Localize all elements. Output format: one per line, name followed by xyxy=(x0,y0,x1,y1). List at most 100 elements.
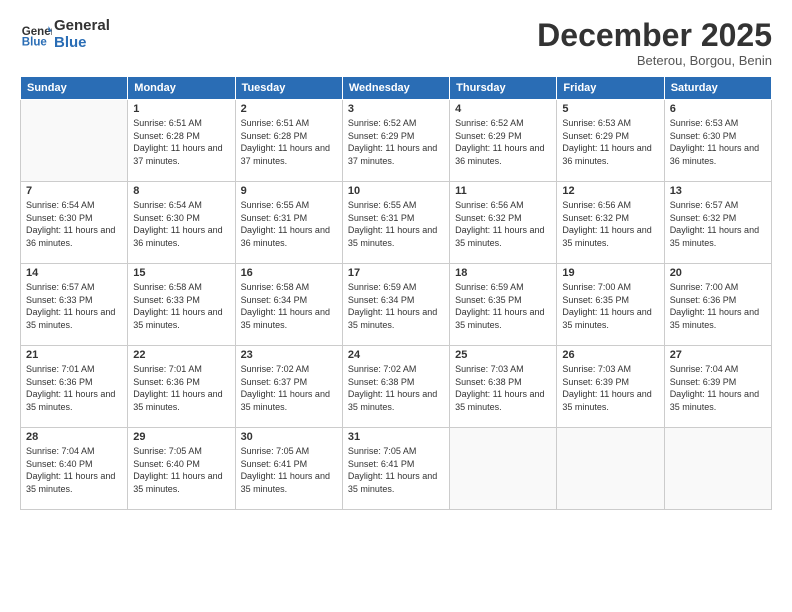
col-tuesday: Tuesday xyxy=(235,77,342,100)
day-info: Sunrise: 6:55 AMSunset: 6:31 PMDaylight:… xyxy=(241,199,337,249)
table-row: 19 Sunrise: 7:00 AMSunset: 6:35 PMDayligh… xyxy=(557,264,664,346)
day-info: Sunrise: 7:00 AMSunset: 6:35 PMDaylight:… xyxy=(562,281,658,331)
day-number: 21 xyxy=(26,349,122,361)
table-row: 15Sunrise: 6:58 AMSunset: 6:33 PMDayligh… xyxy=(128,264,235,346)
day-info: Sunrise: 7:02 AMSunset: 6:37 PMDaylight:… xyxy=(241,363,337,413)
day-number: 10 xyxy=(348,185,444,197)
day-info: Sunrise: 6:55 AMSunset: 6:31 PMDaylight:… xyxy=(348,199,444,249)
calendar-week-row: 21 Sunrise: 7:01 AMSunset: 6:36 PMDayligh… xyxy=(21,346,772,428)
col-wednesday: Wednesday xyxy=(342,77,449,100)
day-number: 25 xyxy=(455,349,551,361)
day-number: 18 xyxy=(455,267,551,279)
table-row: 13Sunrise: 6:57 AMSunset: 6:32 PMDayligh… xyxy=(664,182,771,264)
table-row: 30 Sunrise: 7:05 AMSunset: 6:41 PMDayligh… xyxy=(235,428,342,510)
day-info: Sunrise: 6:51 AMSunset: 6:28 PMDaylight:… xyxy=(241,117,337,167)
day-number: 2 xyxy=(241,103,337,115)
day-info: Sunrise: 7:01 AMSunset: 6:36 PMDaylight:… xyxy=(26,363,122,413)
day-info: Sunrise: 7:03 AMSunset: 6:39 PMDaylight:… xyxy=(562,363,658,413)
table-row: 12Sunrise: 6:56 AMSunset: 6:32 PMDayligh… xyxy=(557,182,664,264)
table-row: 26 Sunrise: 7:03 AMSunset: 6:39 PMDayligh… xyxy=(557,346,664,428)
calendar-header-row: Sunday Monday Tuesday Wednesday Thursday… xyxy=(21,77,772,100)
table-row: 24 Sunrise: 7:02 AMSunset: 6:38 PMDayligh… xyxy=(342,346,449,428)
day-info: Sunrise: 7:05 AMSunset: 6:41 PMDaylight:… xyxy=(348,445,444,495)
col-monday: Monday xyxy=(128,77,235,100)
day-number: 19 xyxy=(562,267,658,279)
table-row: 10 Sunrise: 6:55 AMSunset: 6:31 PMDayligh… xyxy=(342,182,449,264)
table-row xyxy=(664,428,771,510)
day-info: Sunrise: 7:01 AMSunset: 6:36 PMDaylight:… xyxy=(133,363,229,413)
logo-text: General Blue xyxy=(54,18,110,51)
day-number: 16 xyxy=(241,267,337,279)
day-info: Sunrise: 6:59 AMSunset: 6:35 PMDaylight:… xyxy=(455,281,551,331)
day-info: Sunrise: 6:52 AMSunset: 6:29 PMDaylight:… xyxy=(455,117,551,167)
day-number: 17 xyxy=(348,267,444,279)
calendar-week-row: 1 Sunrise: 6:51 AMSunset: 6:28 PMDaylight… xyxy=(21,100,772,182)
logo-blue: Blue xyxy=(54,35,110,52)
table-row: 31Sunrise: 7:05 AMSunset: 6:41 PMDayligh… xyxy=(342,428,449,510)
day-info: Sunrise: 7:05 AMSunset: 6:40 PMDaylight:… xyxy=(133,445,229,495)
table-row: 21 Sunrise: 7:01 AMSunset: 6:36 PMDayligh… xyxy=(21,346,128,428)
table-row: 8 Sunrise: 6:54 AMSunset: 6:30 PMDaylight… xyxy=(128,182,235,264)
col-sunday: Sunday xyxy=(21,77,128,100)
day-number: 7 xyxy=(26,185,122,197)
day-number: 14 xyxy=(26,267,122,279)
calendar-week-row: 14Sunrise: 6:57 AMSunset: 6:33 PMDayligh… xyxy=(21,264,772,346)
table-row: 18 Sunrise: 6:59 AMSunset: 6:35 PMDayligh… xyxy=(450,264,557,346)
day-info: Sunrise: 7:00 AMSunset: 6:36 PMDaylight:… xyxy=(670,281,766,331)
day-number: 9 xyxy=(241,185,337,197)
day-number: 5 xyxy=(562,103,658,115)
col-friday: Friday xyxy=(557,77,664,100)
col-saturday: Saturday xyxy=(664,77,771,100)
day-info: Sunrise: 7:02 AMSunset: 6:38 PMDaylight:… xyxy=(348,363,444,413)
day-info: Sunrise: 6:58 AMSunset: 6:34 PMDaylight:… xyxy=(241,281,337,331)
calendar-week-row: 28 Sunrise: 7:04 AMSunset: 6:40 PMDayligh… xyxy=(21,428,772,510)
day-number: 29 xyxy=(133,431,229,443)
day-number: 24 xyxy=(348,349,444,361)
day-info: Sunrise: 7:04 AMSunset: 6:40 PMDaylight:… xyxy=(26,445,122,495)
logo: General Blue General Blue xyxy=(20,18,110,51)
table-row: 3 Sunrise: 6:52 AMSunset: 6:29 PMDaylight… xyxy=(342,100,449,182)
day-number: 8 xyxy=(133,185,229,197)
day-info: Sunrise: 6:58 AMSunset: 6:33 PMDaylight:… xyxy=(133,281,229,331)
day-number: 23 xyxy=(241,349,337,361)
svg-text:Blue: Blue xyxy=(22,36,48,48)
month-title: December 2025 xyxy=(537,18,772,53)
day-number: 26 xyxy=(562,349,658,361)
table-row xyxy=(21,100,128,182)
day-number: 11 xyxy=(455,185,551,197)
table-row xyxy=(557,428,664,510)
day-number: 30 xyxy=(241,431,337,443)
day-info: Sunrise: 6:56 AMSunset: 6:32 PMDaylight:… xyxy=(562,199,658,249)
day-number: 28 xyxy=(26,431,122,443)
page-header: General Blue General Blue December 2025 … xyxy=(20,18,772,68)
day-info: Sunrise: 6:54 AMSunset: 6:30 PMDaylight:… xyxy=(26,199,122,249)
table-row: 9 Sunrise: 6:55 AMSunset: 6:31 PMDaylight… xyxy=(235,182,342,264)
day-number: 4 xyxy=(455,103,551,115)
day-info: Sunrise: 7:04 AMSunset: 6:39 PMDaylight:… xyxy=(670,363,766,413)
day-number: 13 xyxy=(670,185,766,197)
day-number: 22 xyxy=(133,349,229,361)
table-row: 16 Sunrise: 6:58 AMSunset: 6:34 PMDayligh… xyxy=(235,264,342,346)
table-row xyxy=(450,428,557,510)
day-number: 6 xyxy=(670,103,766,115)
table-row: 22 Sunrise: 7:01 AMSunset: 6:36 PMDayligh… xyxy=(128,346,235,428)
table-row: 6 Sunrise: 6:53 AMSunset: 6:30 PMDaylight… xyxy=(664,100,771,182)
day-info: Sunrise: 7:05 AMSunset: 6:41 PMDaylight:… xyxy=(241,445,337,495)
day-info: Sunrise: 6:53 AMSunset: 6:29 PMDaylight:… xyxy=(562,117,658,167)
day-number: 20 xyxy=(670,267,766,279)
location-subtitle: Beterou, Borgou, Benin xyxy=(537,53,772,68)
table-row: 17 Sunrise: 6:59 AMSunset: 6:34 PMDayligh… xyxy=(342,264,449,346)
day-info: Sunrise: 6:59 AMSunset: 6:34 PMDaylight:… xyxy=(348,281,444,331)
title-block: December 2025 Beterou, Borgou, Benin xyxy=(537,18,772,68)
day-info: Sunrise: 6:52 AMSunset: 6:29 PMDaylight:… xyxy=(348,117,444,167)
day-info: Sunrise: 6:53 AMSunset: 6:30 PMDaylight:… xyxy=(670,117,766,167)
day-info: Sunrise: 6:54 AMSunset: 6:30 PMDaylight:… xyxy=(133,199,229,249)
day-number: 3 xyxy=(348,103,444,115)
table-row: 7 Sunrise: 6:54 AMSunset: 6:30 PMDaylight… xyxy=(21,182,128,264)
col-thursday: Thursday xyxy=(450,77,557,100)
day-info: Sunrise: 6:51 AMSunset: 6:28 PMDaylight:… xyxy=(133,117,229,167)
calendar-week-row: 7 Sunrise: 6:54 AMSunset: 6:30 PMDaylight… xyxy=(21,182,772,264)
day-number: 1 xyxy=(133,103,229,115)
table-row: 29 Sunrise: 7:05 AMSunset: 6:40 PMDayligh… xyxy=(128,428,235,510)
table-row: 14Sunrise: 6:57 AMSunset: 6:33 PMDayligh… xyxy=(21,264,128,346)
